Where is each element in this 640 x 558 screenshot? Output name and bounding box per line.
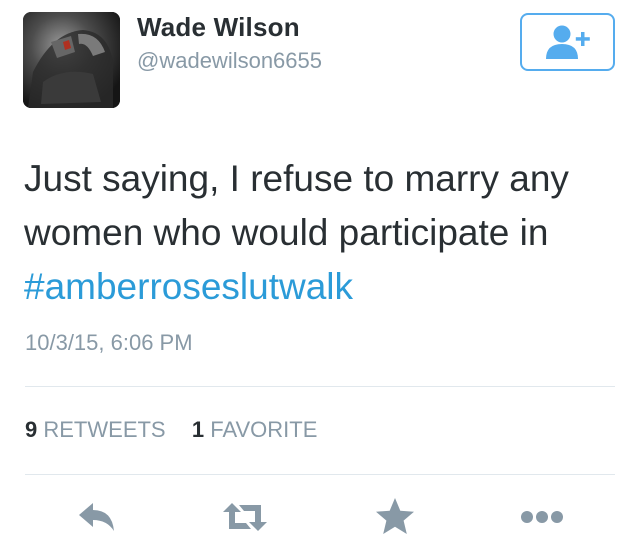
tweet-text-line: Just saying, I refuse to marry any <box>24 158 569 199</box>
user-handle[interactable]: @wadewilson6655 <box>137 48 322 74</box>
reply-button[interactable] <box>76 495 120 544</box>
favorite-button[interactable] <box>373 495 417 544</box>
hashtag-link[interactable]: #amberroseslutwalk <box>24 260 624 314</box>
avatar-image <box>23 12 120 108</box>
divider <box>25 474 615 475</box>
retweet-button[interactable] <box>221 495 269 544</box>
favorite-star-icon <box>376 498 414 534</box>
follow-button[interactable] <box>520 13 615 71</box>
user-display-name[interactable]: Wade Wilson <box>137 12 300 43</box>
retweet-count: 9 <box>25 417 38 442</box>
tweet-timestamp: 10/3/15, 6:06 PM <box>25 330 193 355</box>
favorite-count: 1 <box>191 417 205 442</box>
more-icon <box>521 511 563 523</box>
tweet-text-line: women who would participate in <box>24 212 549 253</box>
favorites-stat[interactable]: 1 FAVORITE <box>192 417 318 442</box>
retweets-stat[interactable]: 9 RETWEETS <box>25 417 172 442</box>
retweet-label: RETWEETS <box>43 417 166 442</box>
favorite-label: FAVORITE <box>210 417 318 442</box>
divider <box>25 386 615 387</box>
tweet-stats: 9 RETWEETS 1 FAVORITE <box>25 417 317 443</box>
reply-icon <box>79 503 114 531</box>
add-user-icon <box>545 25 590 59</box>
retweet-icon <box>223 503 267 531</box>
more-button[interactable] <box>517 495 567 544</box>
tweet-text: Just saying, I refuse to marry any women… <box>24 152 624 314</box>
avatar[interactable] <box>23 12 120 108</box>
